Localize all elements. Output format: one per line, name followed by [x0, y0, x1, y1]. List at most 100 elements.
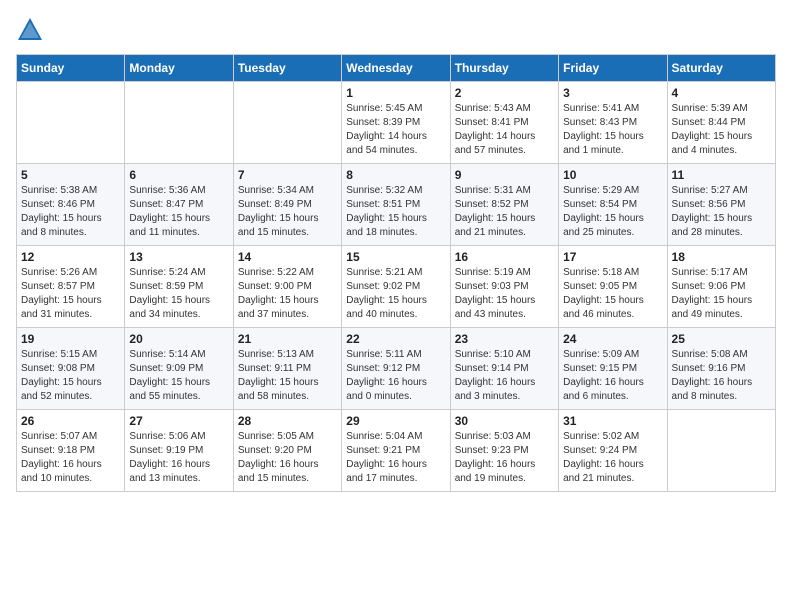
day-number: 4 [672, 86, 771, 100]
day-info: Sunrise: 5:05 AM Sunset: 9:20 PM Dayligh… [238, 430, 337, 486]
day-cell: 11 Sunrise: 5:27 AM Sunset: 8:56 PM Dayli… [667, 164, 775, 246]
day-cell: 9 Sunrise: 5:31 AM Sunset: 8:52 PM Daylig… [450, 164, 558, 246]
day-number: 22 [346, 332, 445, 346]
day-cell: 19Sunrise: 5:15 AM Sunset: 9:08 PM Dayli… [17, 328, 125, 410]
day-info: Sunrise: 5:38 AM Sunset: 8:46 PM Dayligh… [21, 184, 120, 240]
day-number: 2 [455, 86, 554, 100]
day-info: Sunrise: 5:17 AM Sunset: 9:06 PM Dayligh… [672, 266, 771, 322]
day-number: 3 [563, 86, 662, 100]
day-cell: 10 Sunrise: 5:29 AM Sunset: 8:54 PM Dayli… [559, 164, 667, 246]
day-number: 13 [129, 250, 228, 264]
week-row-1: 1 Sunrise: 5:45 AM Sunset: 8:39 PM Daylig… [17, 82, 776, 164]
day-cell: 23Sunrise: 5:10 AM Sunset: 9:14 PM Dayli… [450, 328, 558, 410]
day-number: 9 [455, 168, 554, 182]
day-info: Sunrise: 5:14 AM Sunset: 9:09 PM Dayligh… [129, 348, 228, 404]
day-number: 6 [129, 168, 228, 182]
day-cell: 8 Sunrise: 5:32 AM Sunset: 8:51 PM Daylig… [342, 164, 450, 246]
day-info: Sunrise: 5:21 AM Sunset: 9:02 PM Dayligh… [346, 266, 445, 322]
day-info: Sunrise: 5:26 AM Sunset: 8:57 PM Dayligh… [21, 266, 120, 322]
day-cell: 1 Sunrise: 5:45 AM Sunset: 8:39 PM Daylig… [342, 82, 450, 164]
day-info: Sunrise: 5:18 AM Sunset: 9:05 PM Dayligh… [563, 266, 662, 322]
week-row-3: 12 Sunrise: 5:26 AM Sunset: 8:57 PM Dayli… [17, 246, 776, 328]
day-info: Sunrise: 5:02 AM Sunset: 9:24 PM Dayligh… [563, 430, 662, 486]
col-header-wednesday: Wednesday [342, 55, 450, 82]
day-number: 7 [238, 168, 337, 182]
day-cell [667, 410, 775, 492]
col-header-thursday: Thursday [450, 55, 558, 82]
day-number: 15 [346, 250, 445, 264]
day-info: Sunrise: 5:45 AM Sunset: 8:39 PM Dayligh… [346, 102, 445, 158]
day-number: 8 [346, 168, 445, 182]
day-cell: 20 Sunrise: 5:14 AM Sunset: 9:09 PM Dayli… [125, 328, 233, 410]
day-info: Sunrise: 5:41 AM Sunset: 8:43 PM Dayligh… [563, 102, 662, 158]
day-cell: 18 Sunrise: 5:17 AM Sunset: 9:06 PM Dayli… [667, 246, 775, 328]
day-number: 10 [563, 168, 662, 182]
day-number: 17 [563, 250, 662, 264]
day-cell: 15 Sunrise: 5:21 AM Sunset: 9:02 PM Dayli… [342, 246, 450, 328]
day-cell: 12 Sunrise: 5:26 AM Sunset: 8:57 PM Dayli… [17, 246, 125, 328]
day-info: Sunrise: 5:34 AM Sunset: 8:49 PM Dayligh… [238, 184, 337, 240]
day-info: Sunrise: 5:24 AM Sunset: 8:59 PM Dayligh… [129, 266, 228, 322]
day-number: 28 [238, 414, 337, 428]
day-cell [233, 82, 341, 164]
col-header-saturday: Saturday [667, 55, 775, 82]
col-header-sunday: Sunday [17, 55, 125, 82]
logo [16, 16, 48, 44]
day-number: 26 [21, 414, 120, 428]
day-number: 16 [455, 250, 554, 264]
day-info: Sunrise: 5:27 AM Sunset: 8:56 PM Dayligh… [672, 184, 771, 240]
day-cell [125, 82, 233, 164]
day-number: 27 [129, 414, 228, 428]
day-info: Sunrise: 5:07 AM Sunset: 9:18 PM Dayligh… [21, 430, 120, 486]
day-cell: 2 Sunrise: 5:43 AM Sunset: 8:41 PM Daylig… [450, 82, 558, 164]
day-number: 29 [346, 414, 445, 428]
day-cell: 28 Sunrise: 5:05 AM Sunset: 9:20 PM Dayli… [233, 410, 341, 492]
day-cell: 17 Sunrise: 5:18 AM Sunset: 9:05 PM Dayli… [559, 246, 667, 328]
day-number: 20 [129, 332, 228, 346]
day-number: 24 [563, 332, 662, 346]
day-info: Sunrise: 5:06 AM Sunset: 9:19 PM Dayligh… [129, 430, 228, 486]
day-number: 30 [455, 414, 554, 428]
day-info: Sunrise: 5:43 AM Sunset: 8:41 PM Dayligh… [455, 102, 554, 158]
day-cell: 22Sunrise: 5:11 AM Sunset: 9:12 PM Dayli… [342, 328, 450, 410]
day-info: Sunrise: 5:36 AM Sunset: 8:47 PM Dayligh… [129, 184, 228, 240]
day-number: 19 [21, 332, 120, 346]
week-row-5: 26 Sunrise: 5:07 AM Sunset: 9:18 PM Dayli… [17, 410, 776, 492]
header [16, 16, 776, 44]
day-cell: 6 Sunrise: 5:36 AM Sunset: 8:47 PM Daylig… [125, 164, 233, 246]
logo-icon [16, 16, 44, 44]
day-cell: 4Sunrise: 5:39 AM Sunset: 8:44 PM Daylig… [667, 82, 775, 164]
day-number: 5 [21, 168, 120, 182]
day-info: Sunrise: 5:29 AM Sunset: 8:54 PM Dayligh… [563, 184, 662, 240]
day-number: 11 [672, 168, 771, 182]
day-info: Sunrise: 5:04 AM Sunset: 9:21 PM Dayligh… [346, 430, 445, 486]
day-info: Sunrise: 5:19 AM Sunset: 9:03 PM Dayligh… [455, 266, 554, 322]
day-number: 18 [672, 250, 771, 264]
day-cell: 21 Sunrise: 5:13 AM Sunset: 9:11 PM Dayli… [233, 328, 341, 410]
day-info: Sunrise: 5:09 AM Sunset: 9:15 PM Dayligh… [563, 348, 662, 404]
day-number: 21 [238, 332, 337, 346]
day-number: 1 [346, 86, 445, 100]
day-cell: 13 Sunrise: 5:24 AM Sunset: 8:59 PM Dayli… [125, 246, 233, 328]
day-number: 12 [21, 250, 120, 264]
day-cell: 16 Sunrise: 5:19 AM Sunset: 9:03 PM Dayli… [450, 246, 558, 328]
day-info: Sunrise: 5:13 AM Sunset: 9:11 PM Dayligh… [238, 348, 337, 404]
day-cell: 26 Sunrise: 5:07 AM Sunset: 9:18 PM Dayli… [17, 410, 125, 492]
day-cell: 5 Sunrise: 5:38 AM Sunset: 8:46 PM Daylig… [17, 164, 125, 246]
day-number: 14 [238, 250, 337, 264]
week-row-2: 5 Sunrise: 5:38 AM Sunset: 8:46 PM Daylig… [17, 164, 776, 246]
col-header-tuesday: Tuesday [233, 55, 341, 82]
day-info: Sunrise: 5:03 AM Sunset: 9:23 PM Dayligh… [455, 430, 554, 486]
day-cell: 7 Sunrise: 5:34 AM Sunset: 8:49 PM Daylig… [233, 164, 341, 246]
week-row-4: 19Sunrise: 5:15 AM Sunset: 9:08 PM Dayli… [17, 328, 776, 410]
day-info: Sunrise: 5:10 AM Sunset: 9:14 PM Dayligh… [455, 348, 554, 404]
day-info: Sunrise: 5:08 AM Sunset: 9:16 PM Dayligh… [672, 348, 771, 404]
day-cell: 30 Sunrise: 5:03 AM Sunset: 9:23 PM Dayli… [450, 410, 558, 492]
calendar-table: SundayMondayTuesdayWednesdayThursdayFrid… [16, 54, 776, 492]
day-number: 31 [563, 414, 662, 428]
day-info: Sunrise: 5:31 AM Sunset: 8:52 PM Dayligh… [455, 184, 554, 240]
day-info: Sunrise: 5:32 AM Sunset: 8:51 PM Dayligh… [346, 184, 445, 240]
day-cell: 14Sunrise: 5:22 AM Sunset: 9:00 PM Dayli… [233, 246, 341, 328]
day-cell: 31 Sunrise: 5:02 AM Sunset: 9:24 PM Dayli… [559, 410, 667, 492]
day-cell: 29 Sunrise: 5:04 AM Sunset: 9:21 PM Dayli… [342, 410, 450, 492]
